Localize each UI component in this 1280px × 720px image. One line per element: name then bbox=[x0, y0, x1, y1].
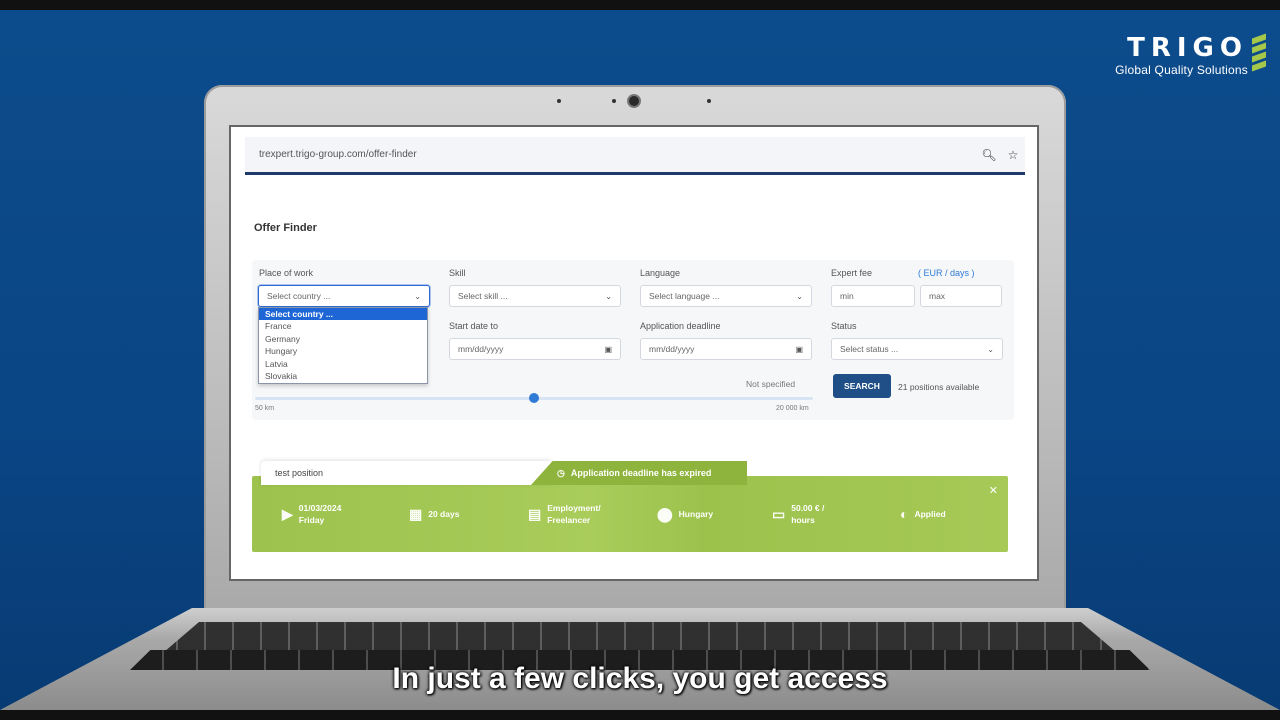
start-day-text: Friday bbox=[298, 515, 325, 525]
close-icon[interactable]: ✕ bbox=[989, 484, 998, 497]
expert-fee-label: Expert fee bbox=[831, 268, 873, 278]
map-pin-icon: ⬤ bbox=[657, 506, 673, 522]
chevron-down-icon: ⌄ bbox=[414, 291, 421, 301]
deadline-input[interactable]: mm/dd/yyyy ▣ bbox=[640, 338, 812, 360]
country-option[interactable]: France bbox=[259, 320, 427, 332]
toggle-icon: ◐ bbox=[900, 506, 909, 522]
video-frame: TRIGO Global Quality Solutions trexpert.… bbox=[0, 10, 1280, 710]
language-select[interactable]: Select language ... ⌄ bbox=[640, 285, 812, 307]
letterbox-bottom bbox=[0, 710, 1280, 720]
country-option[interactable]: Slovakia bbox=[259, 370, 427, 382]
distance-min-label: 50 km bbox=[255, 405, 275, 412]
calendar-icon[interactable]: ▣ bbox=[604, 345, 612, 354]
deadline-label: Application deadline bbox=[640, 321, 721, 331]
status-text: Applied bbox=[914, 509, 946, 519]
country-select-value: Select country ... bbox=[267, 291, 331, 301]
chevron-down-icon: ⌄ bbox=[605, 291, 612, 301]
skill-select-value: Select skill ... bbox=[458, 291, 508, 301]
duration-text: 20 days bbox=[428, 509, 460, 519]
letterbox-top bbox=[0, 0, 1280, 10]
deadline-status-text: Application deadline has expired bbox=[570, 468, 712, 478]
webcam bbox=[629, 96, 639, 106]
url-text[interactable]: trexpert.trigo-group.com/offer-finder bbox=[259, 149, 977, 160]
language-select-value: Select language ... bbox=[649, 291, 720, 301]
distance-slider-thumb[interactable] bbox=[529, 393, 539, 403]
fee-max-placeholder: max bbox=[929, 291, 946, 301]
status-select[interactable]: Select status ... ⌄ bbox=[831, 338, 1003, 360]
distance-max-label: 20 000 km bbox=[776, 405, 809, 412]
document-icon: ▤ bbox=[528, 506, 542, 522]
fee-unit-link[interactable]: ( EUR / days ) bbox=[918, 268, 975, 278]
star-icon[interactable]: ☆ bbox=[1001, 148, 1025, 162]
position-card[interactable]: ✕ ▶ 01/03/2024 Friday ▦ 20 days ▤ Employ… bbox=[252, 476, 1008, 552]
location-text: Hungary bbox=[678, 509, 714, 519]
sensor-dot bbox=[612, 99, 616, 103]
country-option[interactable]: Select country ... bbox=[259, 308, 427, 321]
start-date-cell: ▶ 01/03/2024 Friday bbox=[282, 502, 341, 526]
skill-select[interactable]: Select skill ... ⌄ bbox=[449, 285, 621, 307]
positions-count: 21 positions available bbox=[898, 382, 980, 392]
banknote-icon: ▭ bbox=[772, 506, 786, 522]
start-date-input[interactable]: mm/dd/yyyy ▣ bbox=[449, 338, 621, 360]
fee-line1: 50.00 € / bbox=[791, 503, 825, 513]
country-option[interactable]: Hungary bbox=[259, 345, 427, 357]
place-of-work-label: Place of work bbox=[259, 268, 314, 278]
employment-cell: ▤ Employment/ Freelancer bbox=[528, 502, 601, 526]
fee-min-input[interactable]: min bbox=[831, 285, 915, 307]
play-circle-icon: ▶ bbox=[282, 506, 293, 522]
search-button[interactable]: SEARCH bbox=[833, 374, 891, 398]
language-label: Language bbox=[640, 268, 681, 278]
status-select-value: Select status ... bbox=[840, 344, 899, 354]
employment-line1: Employment/ bbox=[547, 503, 601, 513]
calendar-icon: ▦ bbox=[409, 506, 423, 522]
start-date-value: mm/dd/yyyy bbox=[458, 344, 504, 354]
logo-tagline: Global Quality Solutions bbox=[1115, 63, 1248, 77]
sensor-dot bbox=[557, 99, 561, 103]
chevron-down-icon: ⌄ bbox=[987, 344, 994, 354]
country-option[interactable]: Germany bbox=[259, 333, 427, 345]
deadline-value: mm/dd/yyyy bbox=[649, 344, 695, 354]
fee-min-placeholder: min bbox=[840, 291, 854, 301]
position-title-tab[interactable]: test position bbox=[261, 461, 551, 485]
distance-value: Not specified bbox=[746, 379, 796, 389]
calendar-icon[interactable]: ▣ bbox=[795, 345, 803, 354]
country-option[interactable]: Latvia bbox=[259, 358, 427, 370]
clock-icon: ◷ bbox=[557, 467, 565, 478]
start-date-text: 01/03/2024 bbox=[298, 503, 342, 513]
skill-label: Skill bbox=[449, 268, 466, 278]
deadline-tab: ◷ Application deadline has expired bbox=[531, 461, 747, 485]
employment-line2: Freelancer bbox=[547, 515, 591, 525]
duration-cell: ▦ 20 days bbox=[409, 506, 460, 522]
status-label: Status bbox=[831, 321, 857, 331]
fee-max-input[interactable]: max bbox=[920, 285, 1002, 307]
browser-address-bar[interactable]: trexpert.trigo-group.com/offer-finder 🔍︎… bbox=[245, 137, 1025, 175]
page-title: Offer Finder bbox=[254, 222, 317, 234]
video-subtitle: In just a few clicks, you get access bbox=[392, 662, 888, 695]
fee-cell: ▭ 50.00 € / hours bbox=[772, 502, 824, 526]
status-cell: ◐ Applied bbox=[900, 506, 946, 522]
chevron-down-icon: ⌄ bbox=[796, 291, 803, 301]
search-icon[interactable]: 🔍︎ bbox=[977, 148, 1001, 162]
country-select[interactable]: Select country ... ⌄ bbox=[258, 285, 430, 307]
laptop-screen: trexpert.trigo-group.com/offer-finder 🔍︎… bbox=[231, 127, 1037, 579]
location-cell: ⬤ Hungary bbox=[657, 506, 714, 522]
logo-wordmark: TRIGO bbox=[1127, 33, 1248, 63]
fee-line2: hours bbox=[791, 515, 815, 525]
start-date-label: Start date to bbox=[449, 321, 499, 331]
trigo-logo: TRIGO Global Quality Solutions bbox=[1115, 33, 1266, 77]
country-dropdown-list: Select country ... France Germany Hungar… bbox=[258, 307, 428, 384]
logo-stripes-icon bbox=[1252, 33, 1266, 76]
sensor-dot bbox=[707, 99, 711, 103]
